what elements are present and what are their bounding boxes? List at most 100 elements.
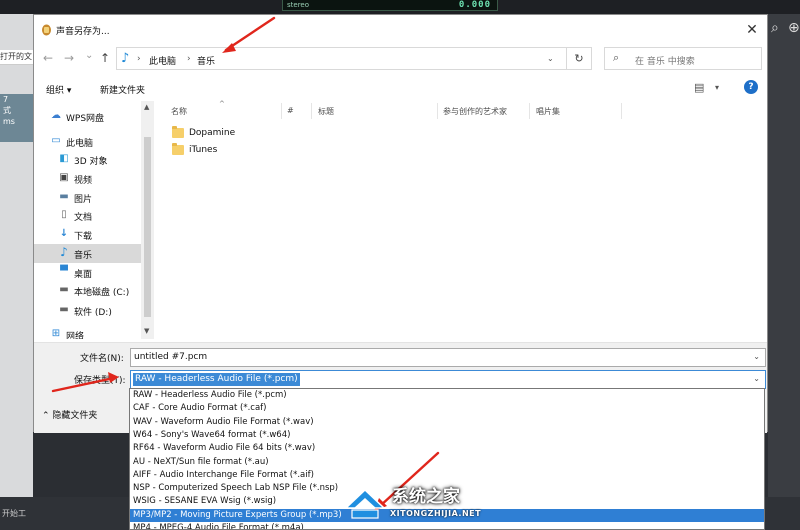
dialog-titlebar[interactable]: 声音另存为... ✕ <box>34 15 767 45</box>
drive-icon: ▬ <box>59 284 69 295</box>
sidebar-item-documents[interactable]: ▯ 文档 <box>34 206 141 225</box>
chevron-down-icon[interactable]: ⌄ <box>753 352 760 361</box>
filename-field[interactable]: untitled #7.pcm ⌄ <box>130 348 766 367</box>
hide-folders-label: 隐藏文件夹 <box>52 411 98 421</box>
chevron-down-icon[interactable]: ⌄ <box>547 54 554 63</box>
watermark: 系统之家 XITONGZHIJIA.NET <box>342 482 482 526</box>
video-icon: ▣ <box>59 172 69 183</box>
filetype-select[interactable]: RAW - Headerless Audio File (*.pcm) ⌄ <box>130 370 766 389</box>
scroll-down-icon[interactable]: ▼ <box>144 327 149 335</box>
filetype-option[interactable]: RAW - Headerless Audio File (*.pcm) <box>130 389 764 402</box>
filename-value: untitled #7.pcm <box>134 352 208 362</box>
open-files-tab[interactable]: 打开的文 <box>0 50 33 65</box>
computer-icon: ▭ <box>51 135 61 146</box>
document-icon: ▯ <box>61 209 67 220</box>
save-as-dialog: 声音另存为... ✕ ← → ⌄ ↑ ♪ › 此电脑 › 音乐 ⌄ ↻ ⌕ 在 … <box>33 14 768 433</box>
background-app-topbar: stereo 0.000 <box>0 0 800 14</box>
navigation-bar: ← → ⌄ ↑ ♪ › 此电脑 › 音乐 ⌄ ↻ ⌕ 在 音乐 中搜索 <box>34 45 767 73</box>
sidebar-item-this-pc[interactable]: ▭ 此电脑 <box>34 132 141 151</box>
breadcrumb-this-pc[interactable]: 此电脑 <box>149 54 176 67</box>
sidebar-item-downloads[interactable]: ↓ 下载 <box>34 225 141 244</box>
search-icon[interactable]: ⌕ <box>771 20 779 36</box>
breadcrumb-music[interactable]: 音乐 <box>197 54 215 67</box>
new-folder-button[interactable]: 新建文件夹 <box>100 83 145 96</box>
command-toolbar: 组织 ▾ 新建文件夹 ▤ ▾ ? <box>34 75 767 101</box>
back-arrow-icon[interactable]: ← <box>43 51 53 65</box>
dialog-title: 声音另存为... <box>56 27 110 37</box>
sidebar-item-pictures[interactable]: ▬ 图片 <box>34 188 141 207</box>
zoom-icon[interactable]: ⊕ <box>788 20 800 36</box>
column-name[interactable]: 名称 <box>171 106 187 117</box>
lcd-display: stereo 0.000 <box>282 0 498 11</box>
view-options-icon[interactable]: ▤ <box>694 81 704 94</box>
navigation-pane-scrollbar[interactable]: ▲ ▼ <box>141 101 154 339</box>
drive-icon: ▬ <box>59 304 69 315</box>
background-app-left-panel: 打开的文 7 式 ms <box>0 14 33 530</box>
breadcrumb-separator: › <box>187 54 191 64</box>
cube-icon: ◧ <box>59 153 69 164</box>
breadcrumb-separator: › <box>137 54 141 64</box>
desktop-icon: ▀ <box>60 266 68 277</box>
column-album[interactable]: 唱片集 <box>536 106 560 117</box>
search-placeholder: 在 音乐 中搜索 <box>635 57 695 67</box>
filetype-option[interactable]: RF64 - Waveform Audio File 64 bits (*.wa… <box>130 442 764 455</box>
help-button[interactable]: ? <box>744 80 758 94</box>
search-input[interactable]: ⌕ 在 音乐 中搜索 <box>604 47 762 70</box>
folder-icon <box>172 126 184 138</box>
track-info-panel: 7 式 ms <box>0 94 33 142</box>
filetype-option[interactable]: CAF - Core Audio Format (*.caf) <box>130 402 764 415</box>
forward-arrow-icon[interactable]: → <box>64 51 74 65</box>
chevron-down-icon[interactable]: ⌄ <box>753 374 760 383</box>
recent-locations-icon[interactable]: ⌄ <box>85 49 93 63</box>
lcd-label: stereo <box>287 1 310 9</box>
column-number[interactable]: # <box>287 106 294 115</box>
column-title[interactable]: 标题 <box>318 106 334 117</box>
sidebar-item-3d-objects[interactable]: ◧ 3D 对象 <box>34 150 141 169</box>
file-name: Dopamine <box>189 128 236 138</box>
sidebar-item-videos[interactable]: ▣ 视频 <box>34 169 141 188</box>
sidebar-item-wps-cloud[interactable]: ☁ WPS网盘 <box>34 107 141 126</box>
sort-ascending-icon: ^ <box>219 100 225 108</box>
sidebar-item-drive-d[interactable]: ▬ 软件 (D:) <box>34 301 141 320</box>
network-icon: ⊞ <box>51 328 61 339</box>
scrollbar-thumb[interactable] <box>144 137 151 317</box>
scroll-up-icon[interactable]: ▲ <box>144 103 149 111</box>
search-icon: ⌕ <box>613 51 620 64</box>
image-icon: ▬ <box>59 191 69 202</box>
refresh-button[interactable]: ↻ <box>567 47 592 70</box>
cloud-icon: ☁ <box>51 110 61 121</box>
sidebar-item-local-disk-c[interactable]: ▬ 本地磁盘 (C:) <box>34 281 141 300</box>
close-button[interactable]: ✕ <box>737 15 767 45</box>
sidebar-item-music[interactable]: ♪ 音乐 <box>34 244 141 263</box>
app-icon <box>42 24 51 36</box>
list-item[interactable]: Dopamine <box>165 125 365 142</box>
filetype-label: 保存类型(T): <box>74 376 126 386</box>
folder-icon <box>172 143 184 155</box>
lcd-digits: 0.000 <box>458 0 491 10</box>
background-app-right-panel: ⌕ ⊕ <box>768 14 800 530</box>
navigation-pane: ☁ WPS网盘 ▭ 此电脑 ◧ 3D 对象 ▣ 视频 ▬ 图片 ▯ 文档 ↓ 下… <box>34 101 154 339</box>
chevron-up-icon: ⌃ <box>42 411 50 421</box>
address-bar[interactable]: ♪ › 此电脑 › 音乐 ⌄ <box>116 47 567 70</box>
download-icon: ↓ <box>59 228 69 239</box>
status-text: 开始工 <box>2 509 26 518</box>
music-note-icon: ♪ <box>121 51 130 66</box>
sidebar-item-network[interactable]: ⊞ 网络 <box>34 325 141 339</box>
hide-folders-toggle[interactable]: ⌃ 隐藏文件夹 <box>42 408 97 421</box>
up-arrow-icon[interactable]: ↑ <box>100 51 110 65</box>
filetype-selected-value: RAW - Headerless Audio File (*.pcm) <box>133 373 300 386</box>
filetype-option[interactable]: AIFF - Audio Interchange File Format (*.… <box>130 469 764 482</box>
filetype-option[interactable]: WAV - Waveform Audio File Format (*.wav) <box>130 416 764 429</box>
watermark-text: 系统之家 <box>392 487 460 507</box>
chevron-down-icon[interactable]: ▾ <box>715 83 719 92</box>
filetype-option[interactable]: W64 - Sony's Wave64 format (*.w64) <box>130 429 764 442</box>
organize-menu[interactable]: 组织 ▾ <box>46 83 71 96</box>
column-contributing-artists[interactable]: 参与创作的艺术家 <box>443 106 507 117</box>
filename-label: 文件名(N): <box>80 354 124 364</box>
filetype-option[interactable]: AU - NeXT/Sun file format (*.au) <box>130 456 764 469</box>
watermark-logo <box>344 488 386 519</box>
sidebar-item-desktop[interactable]: ▀ 桌面 <box>34 263 141 282</box>
watermark-url: XITONGZHIJIA.NET <box>390 509 482 518</box>
list-item[interactable]: iTunes <box>165 142 365 159</box>
file-list-header: ^ 名称 # 标题 参与创作的艺术家 唱片集 <box>161 100 761 121</box>
